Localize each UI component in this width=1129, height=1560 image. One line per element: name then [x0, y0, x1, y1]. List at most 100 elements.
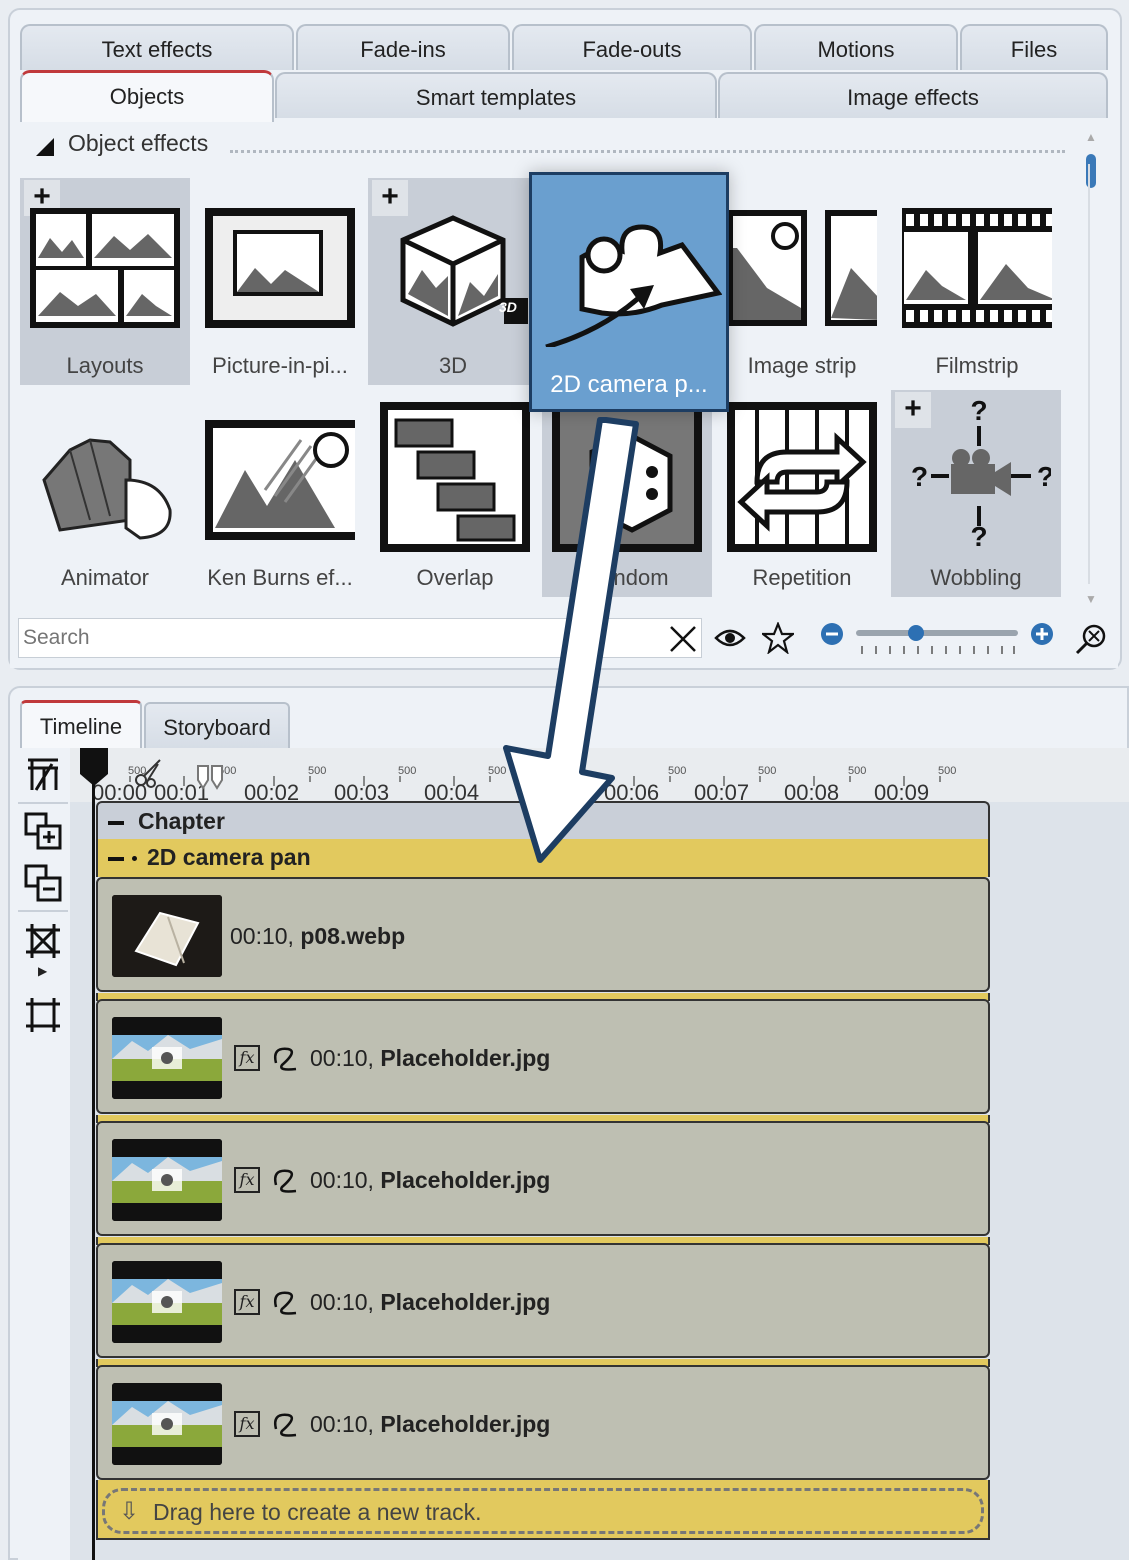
toolbar-divider [18, 802, 68, 804]
camera-pan-icon [545, 224, 722, 347]
ruler-minor-label: 500 [758, 765, 777, 777]
split-tracks-icon[interactable] [24, 756, 62, 794]
tile-picture-in-picture[interactable]: Picture-in-pi... [195, 178, 365, 385]
tile-wobbling[interactable]: + ? ? ? ? Wobbling [891, 390, 1061, 597]
search-input[interactable] [18, 618, 702, 658]
motion-path-icon[interactable] [272, 1287, 302, 1317]
clip-track[interactable]: fx 00:10, Placeholder.jpg [96, 999, 990, 1114]
zoom-slider-thumb[interactable] [908, 625, 924, 641]
scissors-icon[interactable] [134, 758, 164, 788]
star-icon[interactable] [762, 622, 794, 654]
ruler-ticks [70, 776, 1129, 802]
playhead-handle-icon[interactable] [78, 748, 110, 788]
expand-timeline-icon[interactable] [24, 996, 62, 1034]
pan-label: 2D camera pan [147, 844, 311, 870]
clip-track[interactable]: fx 00:10, Placeholder.jpg [96, 1243, 990, 1358]
clip-filename: Placeholder.jpg [380, 1167, 551, 1193]
tab-timeline[interactable]: Timeline [20, 700, 142, 750]
fx-icon[interactable]: fx [234, 1411, 260, 1437]
scroll-down-icon[interactable]: ▼ [1085, 592, 1097, 606]
section-title: Object effects [68, 130, 209, 156]
camera-pan-track[interactable]: 2D camera pan [96, 839, 990, 877]
tab-smart-templates[interactable]: Smart templates [275, 72, 717, 118]
collapse-pan-icon[interactable] [108, 856, 124, 861]
timeline-toolbar: ▶ [18, 748, 70, 1560]
clip-duration: 00:10, [310, 1045, 374, 1071]
3d-badge: 3D [499, 299, 517, 315]
tile-ken-burns[interactable]: Ken Burns ef... [195, 390, 365, 597]
dot-icon [132, 856, 137, 862]
ruler-minor-label: 500 [308, 765, 327, 777]
tile-label: Repetition [752, 565, 852, 590]
tile-overlap[interactable]: Overlap [370, 390, 540, 597]
scroll-up-icon[interactable]: ▲ [1085, 130, 1097, 144]
clip-duration: 00:10, [230, 923, 294, 949]
drop-zone-outline: ⇩ Drag here to create a new track. [102, 1488, 984, 1534]
tile-image-strip[interactable]: Image strip [717, 178, 887, 385]
new-track-drop-zone[interactable]: ⇩ Drag here to create a new track. [96, 1480, 990, 1540]
zoom-in-icon[interactable] [1030, 622, 1054, 646]
tile-label: Filmstrip [935, 353, 1019, 378]
expand-arrow-icon[interactable]: ▶ [38, 964, 47, 978]
eye-icon[interactable] [714, 624, 746, 652]
clip-thumbnail-placeholder [112, 1017, 222, 1099]
toolbar-divider [18, 910, 68, 912]
fx-icon[interactable]: fx [234, 1289, 260, 1315]
collapse-chapter-icon[interactable] [108, 820, 124, 825]
clip-duration: 00:10, [310, 1289, 374, 1315]
tile-filmstrip[interactable]: Filmstrip [892, 178, 1062, 385]
tab-motions[interactable]: Motions [754, 24, 958, 70]
dragged-tile-2d-camera-pan[interactable]: 2D camera p... [529, 172, 729, 412]
motion-path-icon[interactable] [272, 1043, 302, 1073]
clip-duration: 00:10, [310, 1411, 374, 1437]
tile-repetition[interactable]: Repetition [717, 390, 887, 597]
zoom-fit-icon[interactable] [1074, 622, 1108, 656]
tile-layouts[interactable]: + Layouts [20, 178, 190, 385]
clip-thumbnail-placeholder [112, 1383, 222, 1465]
tab-text-effects[interactable]: Text effects [20, 24, 294, 70]
tile-label: Layouts [66, 353, 144, 378]
drop-zone-label: Drag here to create a new track. [153, 1499, 482, 1525]
tile-label: Image strip [747, 353, 857, 378]
tile-animator[interactable]: Animator [20, 390, 190, 597]
tile-label: Overlap [416, 565, 494, 590]
svg-text:?: ? [1037, 461, 1051, 492]
remove-track-icon[interactable] [24, 864, 62, 902]
zoom-out-icon[interactable] [820, 622, 844, 646]
add-track-icon[interactable] [24, 812, 62, 850]
tile-random[interactable]: Random [542, 390, 712, 597]
tiles-scrollbar[interactable]: ▲ ▼ [1083, 130, 1099, 606]
clip-filename: p08.webp [300, 923, 406, 949]
chapter-track[interactable]: Chapter [96, 801, 990, 839]
tab-objects[interactable]: Objects [20, 70, 274, 122]
clip-track[interactable]: fx 00:10, Placeholder.jpg [96, 1365, 990, 1480]
tab-fade-outs[interactable]: Fade-outs [512, 24, 752, 70]
motion-path-icon[interactable] [272, 1165, 302, 1195]
tab-image-effects[interactable]: Image effects [718, 72, 1108, 118]
clip-thumbnail-book [112, 895, 222, 977]
tab-fade-ins[interactable]: Fade-ins [296, 24, 510, 70]
svg-text:?: ? [911, 461, 928, 492]
svg-text:?: ? [970, 396, 987, 426]
collapse-triangle-icon[interactable] [36, 138, 54, 156]
tab-storyboard[interactable]: Storyboard [144, 702, 290, 748]
tile-label: Animator [60, 565, 150, 590]
drop-arrow-icon: ⇩ [119, 1498, 140, 1525]
playhead-line[interactable] [92, 748, 95, 1560]
wobbling-camera-icon: ? ? ? ? [911, 396, 1051, 546]
zoom-slider[interactable] [856, 630, 1018, 636]
marker-icon[interactable] [194, 764, 228, 790]
ruler-minor-label: 500 [938, 765, 957, 777]
fx-icon[interactable]: fx [234, 1167, 260, 1193]
tab-files[interactable]: Files [960, 24, 1108, 70]
tile-label: 3D [438, 353, 468, 378]
clip-track[interactable]: 00:10, p08.webp [96, 877, 990, 992]
scroll-track [1088, 164, 1090, 584]
tile-3d[interactable]: + 3D 3D [368, 178, 538, 385]
clip-track[interactable]: fx 00:10, Placeholder.jpg [96, 1121, 990, 1236]
fit-timeline-icon[interactable] [24, 922, 62, 960]
clear-search-icon[interactable] [666, 622, 700, 656]
motion-path-icon[interactable] [272, 1409, 302, 1439]
fx-icon[interactable]: fx [234, 1045, 260, 1071]
layouts-icon [30, 208, 180, 328]
